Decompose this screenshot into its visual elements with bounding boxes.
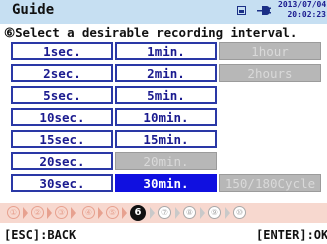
interval-option-disabled: 2hours [219,64,321,82]
step-indicator: ⑤ [106,206,119,219]
chevron-right-icon [71,207,76,219]
page-title: Guide [12,2,55,18]
step-indicator: ② [31,206,44,219]
interval-option-disabled: 1hour [219,42,321,60]
interval-option[interactable]: 2min. [115,64,217,82]
interval-option-disabled: 150/180Cycle [219,174,321,192]
interval-option[interactable]: 1min. [115,42,217,60]
interval-option[interactable]: 10sec. [11,108,113,126]
footer-bar: [ESC]:BACK [ENTER]:OK [0,226,327,244]
title-bar: Guide 2013/07/04 20:02:23 [0,0,327,24]
chevron-right-icon [150,207,155,219]
datetime-display: 2013/07/04 20:02:23 [278,0,326,20]
chevron-right-icon [175,207,180,219]
step-indicator-current: 6 [130,205,146,221]
interval-option[interactable]: 2sec. [11,64,113,82]
ok-button[interactable]: [ENTER]:OK [256,228,327,242]
step-indicator: ⑩ [233,206,246,219]
step-indicator: ④ [82,206,95,219]
interval-option[interactable]: 5min. [115,86,217,104]
ac-power-icon [257,6,271,15]
chevron-right-icon [122,207,127,219]
step-indicator: ③ [55,206,68,219]
interval-option[interactable]: 15sec. [11,130,113,148]
back-button[interactable]: [ESC]:BACK [4,228,76,242]
interval-option[interactable]: 10min. [115,108,217,126]
interval-option[interactable]: 1sec. [11,42,113,60]
chevron-right-icon [98,207,103,219]
chevron-right-icon [47,207,52,219]
interval-option-disabled: 20min. [115,152,217,170]
step-indicator: ⑧ [183,206,196,219]
interval-option-selected[interactable]: 30min. [115,174,217,192]
memory-card-icon [237,6,246,15]
chevron-right-icon [23,207,28,219]
date-text: 2013/07/04 [278,0,327,9]
step-indicator: ⑦ [158,206,171,219]
instruction-text: ⑥Select a desirable recording interval. [4,25,298,40]
time-text: 20:02:23 [287,10,326,19]
step-indicator: ⑨ [208,206,221,219]
interval-option[interactable]: 15min. [115,130,217,148]
wizard-step-bar: ① ② ③ ④ ⑤ 6 ⑦ ⑧ ⑨ ⑩ [0,203,327,223]
chevron-right-icon [225,207,230,219]
chevron-right-icon [200,207,205,219]
interval-option[interactable]: 30sec. [11,174,113,192]
interval-option[interactable]: 5sec. [11,86,113,104]
step-indicator: ① [7,206,20,219]
interval-option[interactable]: 20sec. [11,152,113,170]
